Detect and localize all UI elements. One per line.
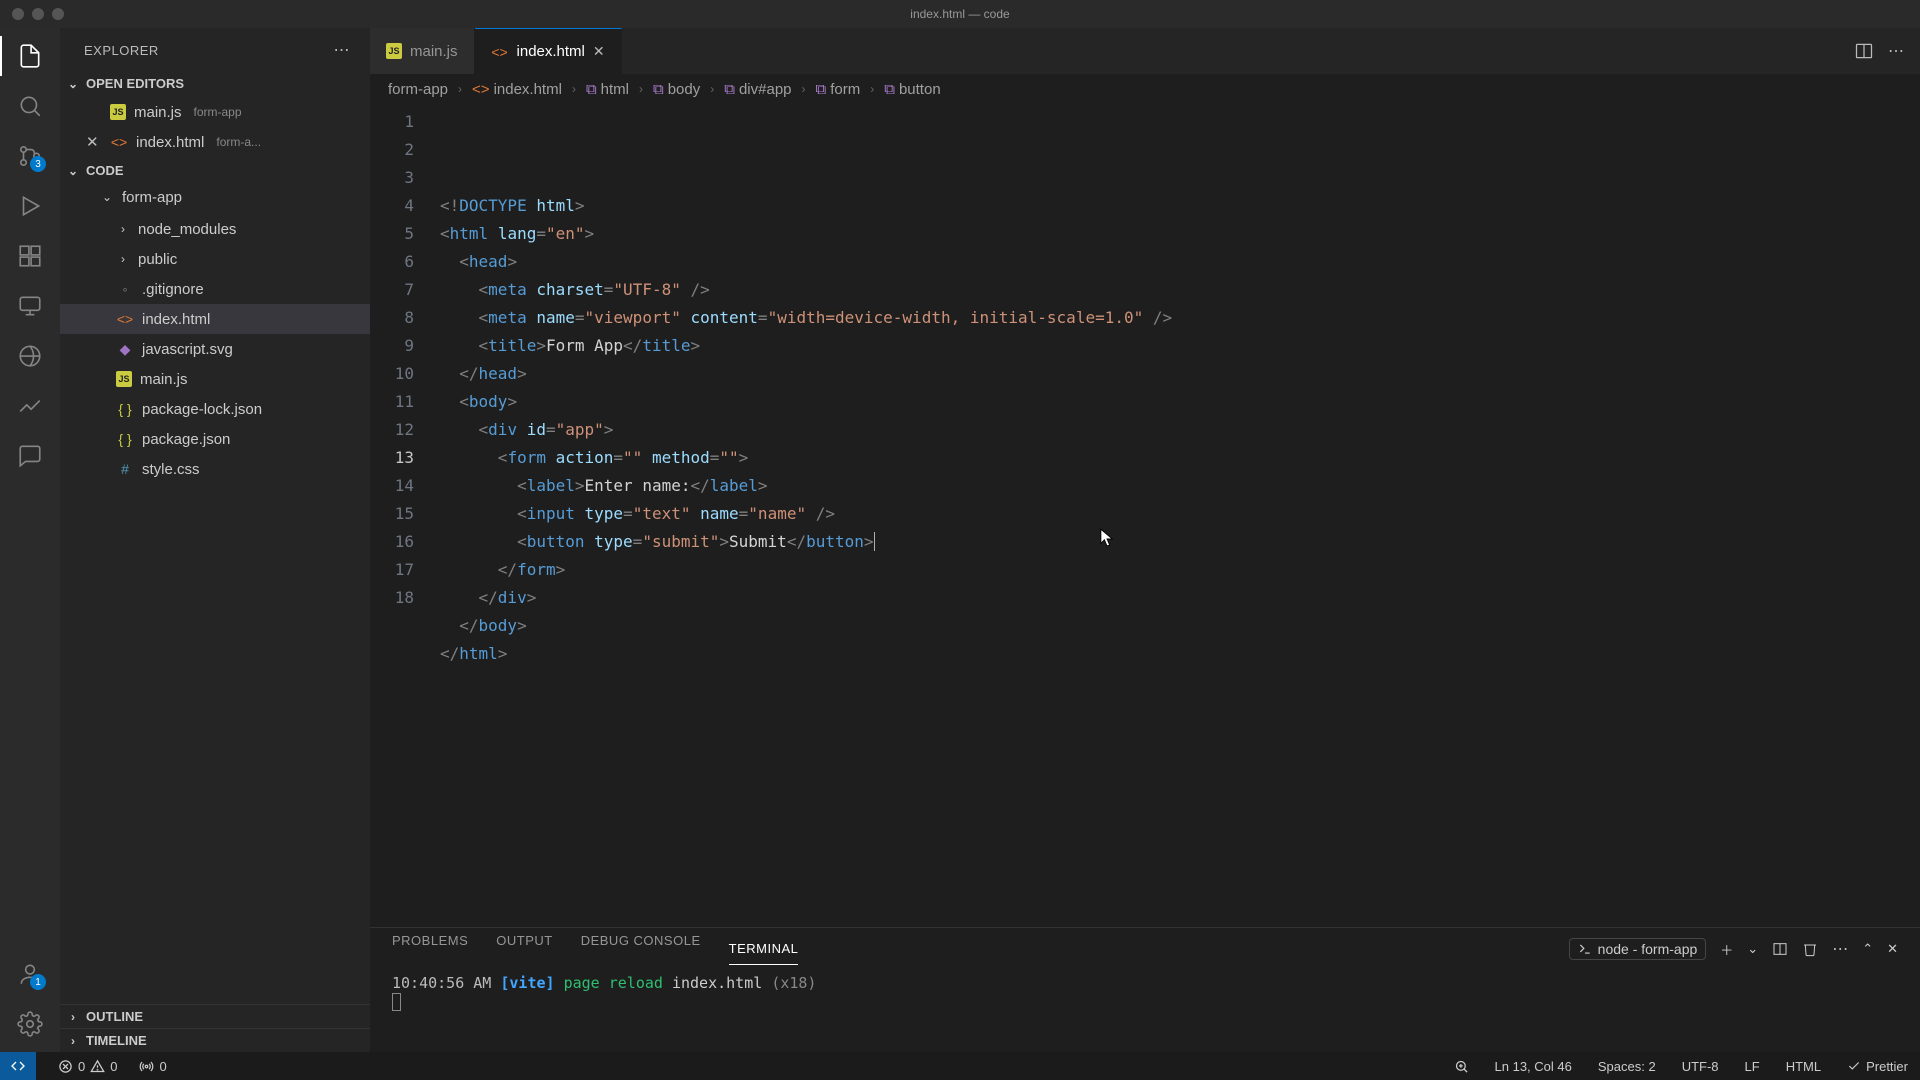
tree-item-package-json[interactable]: { }package.json (60, 424, 370, 454)
breadcrumb-item[interactable]: ⧉ body (653, 81, 700, 98)
graph-icon[interactable] (16, 392, 44, 420)
indentation[interactable]: Spaces: 2 (1594, 1059, 1660, 1074)
close-icon[interactable]: ✕ (86, 133, 102, 151)
tree-item-package-lock-json[interactable]: { }package-lock.json (60, 394, 370, 424)
remote-explorer-icon[interactable] (16, 292, 44, 320)
tree-item-javascript-svg[interactable]: ◆javascript.svg (60, 334, 370, 364)
cursor-position[interactable]: Ln 13, Col 46 (1491, 1059, 1576, 1074)
kill-terminal-icon[interactable] (1802, 941, 1818, 957)
breadcrumb-item[interactable]: ⧉ button (884, 81, 940, 98)
window-title: index.html — code (910, 7, 1009, 21)
panel-tab-output[interactable]: OUTPUT (496, 933, 552, 965)
outline-header[interactable]: › OUTLINE (60, 1004, 370, 1028)
sidebar: EXPLORER ⋯ ⌄ OPEN EDITORS JSmain.jsform-… (60, 28, 370, 1052)
tree-item-node_modules[interactable]: ›node_modules (60, 214, 370, 244)
close-panel-icon[interactable]: ✕ (1887, 941, 1898, 957)
new-terminal-icon[interactable]: ＋ (1720, 940, 1733, 959)
window-controls[interactable] (12, 8, 64, 20)
formatter[interactable]: Prettier (1843, 1059, 1912, 1074)
explorer-icon[interactable] (16, 42, 44, 70)
panel-more-icon[interactable]: ⋯ (1832, 939, 1848, 959)
chevron-right-icon: › (66, 1010, 80, 1024)
breadcrumbs[interactable]: form-app › <> index.html › ⧉ html › ⧉ body › ⧉ d… (370, 74, 1920, 104)
tab-index-html[interactable]: <>index.html✕ (475, 28, 622, 74)
editor-more-icon[interactable]: ⋯ (1888, 41, 1904, 61)
chevron-right-icon: › (572, 82, 576, 96)
close-window-icon[interactable] (12, 8, 24, 20)
settings-gear-icon[interactable] (16, 1010, 44, 1038)
language-mode[interactable]: HTML (1782, 1059, 1825, 1074)
panel-tab-terminal[interactable]: TERMINAL (729, 941, 799, 965)
account-badge: 1 (30, 974, 46, 990)
workspace-header[interactable]: ⌄ CODE (60, 159, 370, 182)
tree-item--gitignore[interactable]: ◦.gitignore (60, 274, 370, 304)
comment-icon[interactable] (16, 442, 44, 470)
ports-indicator[interactable]: 0 (135, 1059, 170, 1074)
problems-indicator[interactable]: 0 0 (54, 1059, 121, 1074)
remote-indicator[interactable] (0, 1052, 36, 1080)
maximize-window-icon[interactable] (52, 8, 64, 20)
tree-item-main-js[interactable]: JSmain.js (60, 364, 370, 394)
scm-badge: 3 (30, 156, 46, 172)
chevron-right-icon: › (870, 82, 874, 96)
open-editors-header[interactable]: ⌄ OPEN EDITORS (60, 72, 370, 95)
chevron-right-icon: › (710, 82, 714, 96)
status-bar: 0 0 0 Ln 13, Col 46 Spaces: 2 UTF-8 LF H… (0, 1052, 1920, 1080)
open-editor-item[interactable]: JSmain.jsform-app (60, 97, 370, 127)
split-terminal-icon[interactable] (1772, 941, 1788, 957)
editor-group: JSmain.js<>index.html✕ ⋯ form-app › <> ind… (370, 28, 1920, 1052)
terminal-process-chip[interactable]: node - form-app (1569, 938, 1707, 960)
chevron-down-icon: ⌄ (100, 190, 114, 204)
zoom-indicator[interactable] (1450, 1059, 1473, 1074)
chevron-right-icon: › (66, 1034, 80, 1048)
sidebar-more-icon[interactable]: ⋯ (334, 40, 351, 60)
breadcrumb-item[interactable]: ⧉ html (586, 81, 629, 98)
maximize-panel-icon[interactable]: ⌃ (1862, 941, 1873, 957)
open-editor-item[interactable]: ✕<>index.htmlform-a... (60, 127, 370, 157)
source-control-icon[interactable]: 3 (16, 142, 44, 170)
sidebar-title: EXPLORER (84, 43, 159, 58)
chevron-down-icon: ⌄ (66, 164, 80, 178)
activity-bar: 3 (0, 28, 60, 1052)
tree-item-public[interactable]: ›public (60, 244, 370, 274)
breadcrumb-item[interactable]: ⧉ form (816, 81, 861, 98)
terminal-dropdown-icon[interactable]: ⌄ (1747, 941, 1758, 957)
breadcrumb-item[interactable]: <> index.html (472, 81, 562, 98)
timeline-header[interactable]: › TIMELINE (60, 1028, 370, 1052)
split-editor-icon[interactable] (1854, 41, 1874, 61)
account-icon[interactable]: 1 (16, 960, 44, 988)
terminal-body[interactable]: 10:40:56 AM [vite] page reload index.htm… (370, 970, 1920, 1052)
tree-item-style-css[interactable]: #style.css (60, 454, 370, 484)
minimize-window-icon[interactable] (32, 8, 44, 20)
panel-tab-debug-console[interactable]: DEBUG CONSOLE (581, 933, 701, 965)
extensions-icon[interactable] (16, 242, 44, 270)
close-tab-icon[interactable]: ✕ (593, 43, 605, 60)
run-debug-icon[interactable] (16, 192, 44, 220)
tree-item-index-html[interactable]: <>index.html (60, 304, 370, 334)
edge-icon[interactable] (16, 342, 44, 370)
titlebar: index.html — code (0, 0, 1920, 28)
search-icon[interactable] (16, 92, 44, 120)
breadcrumb-item[interactable]: form-app (388, 81, 448, 98)
folder-form-app[interactable]: ⌄ form-app (60, 182, 370, 212)
bottom-panel: PROBLEMS OUTPUT DEBUG CONSOLE TERMINAL node… (370, 927, 1920, 1052)
chevron-down-icon: ⌄ (66, 77, 80, 91)
chevron-right-icon: › (639, 82, 643, 96)
tab-bar: JSmain.js<>index.html✕ ⋯ (370, 28, 1920, 74)
chevron-right-icon: › (802, 82, 806, 96)
chevron-right-icon: › (458, 82, 462, 96)
encoding[interactable]: UTF-8 (1678, 1059, 1723, 1074)
panel-tab-problems[interactable]: PROBLEMS (392, 933, 468, 965)
tab-main-js[interactable]: JSmain.js (370, 28, 475, 74)
eol[interactable]: LF (1741, 1059, 1764, 1074)
code-editor[interactable]: 123456789101112131415161718 <!DOCTYPE ht… (370, 104, 1920, 927)
terminal-cursor (392, 993, 401, 1011)
breadcrumb-item[interactable]: ⧉ div#app (724, 81, 791, 98)
